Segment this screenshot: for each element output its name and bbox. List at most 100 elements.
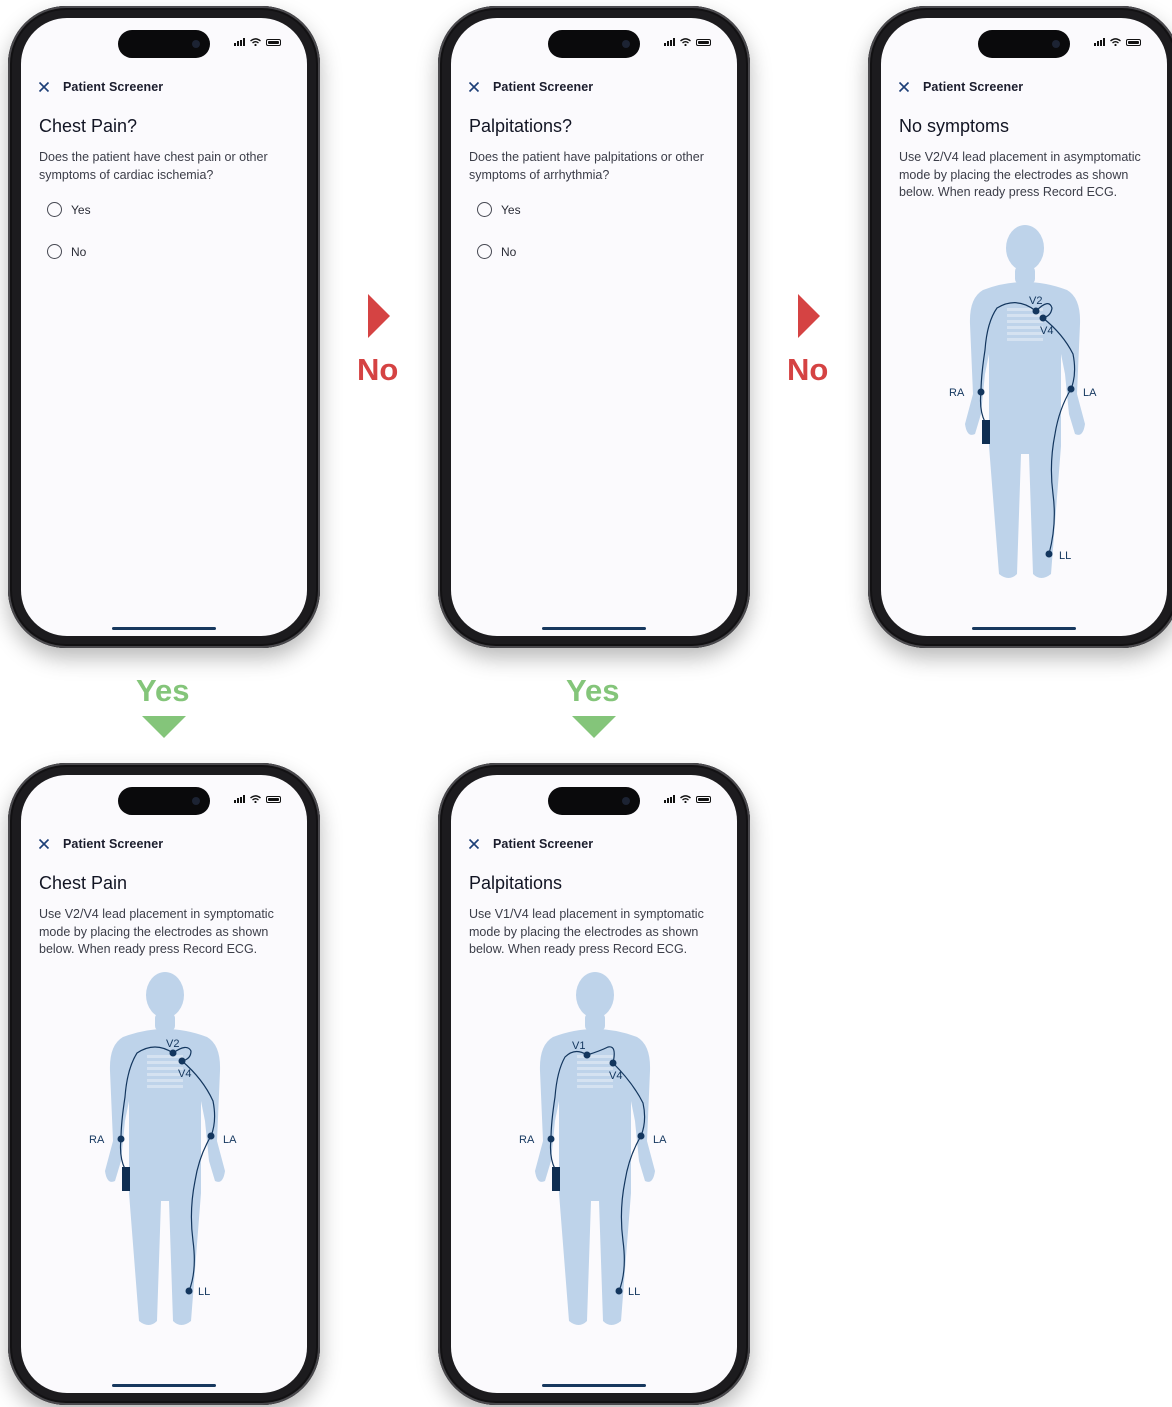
- battery-icon: [266, 38, 281, 46]
- dynamic-island: [118, 30, 210, 58]
- body-illustration: V2 V4 RA LA LL: [89, 972, 237, 1325]
- dynamic-island: [548, 787, 640, 815]
- status-bar: [1094, 38, 1141, 46]
- phone-chest-pain: Patient Screener Chest Pain Use V2/V4 le…: [8, 763, 320, 1405]
- wifi-icon: [680, 38, 691, 46]
- phone-palpitations-question: Patient Screener Palpitations? Does the …: [438, 6, 750, 648]
- close-icon[interactable]: [467, 80, 481, 94]
- battery-icon: [266, 795, 281, 803]
- close-icon[interactable]: [37, 837, 51, 851]
- top-bar: Patient Screener: [897, 80, 1023, 94]
- dynamic-island: [548, 30, 640, 58]
- lead-label: V4: [609, 1070, 622, 1082]
- battery-icon: [1126, 38, 1141, 46]
- body-illustration: V1 V4 RA LA LL: [519, 972, 667, 1325]
- flow-label-yes: Yes: [136, 673, 190, 708]
- close-icon[interactable]: [467, 837, 481, 851]
- radio-label: No: [71, 244, 87, 259]
- top-bar: Patient Screener: [37, 80, 163, 94]
- page-title: Chest Pain: [39, 873, 128, 893]
- radio-no[interactable]: No: [47, 244, 86, 259]
- lead-label: RA: [949, 387, 965, 399]
- close-icon[interactable]: [37, 80, 51, 94]
- home-indicator: [972, 627, 1076, 630]
- screen: Patient Screener Chest Pain Use V2/V4 le…: [21, 775, 307, 1393]
- app-title: Patient Screener: [63, 80, 164, 94]
- dynamic-island: [118, 787, 210, 815]
- app-title: Patient Screener: [493, 80, 594, 94]
- top-bar: Patient Screener: [467, 837, 593, 851]
- body-silhouette: [105, 972, 225, 1325]
- signal-icon: [1094, 38, 1105, 46]
- radio-yes[interactable]: Yes: [47, 202, 91, 217]
- yes-arrow-icon: [572, 716, 616, 738]
- instructions-text: Use V2/V4 lead placement in asymptomatic…: [899, 150, 1141, 199]
- body-silhouette: [965, 225, 1085, 578]
- radio-circle[interactable]: [477, 202, 492, 217]
- no-arrow-icon: [798, 294, 820, 338]
- radio-label: Yes: [501, 202, 521, 217]
- screen: Patient Screener No symptoms Use V2/V4 l…: [881, 18, 1167, 636]
- status-bar: [234, 795, 281, 803]
- close-icon[interactable]: [897, 80, 911, 94]
- lead-label: V2: [1029, 295, 1042, 307]
- phone-palpitations: Patient Screener Palpitations Use V1/V4 …: [438, 763, 750, 1405]
- lead-label: RA: [519, 1134, 535, 1146]
- radio-circle[interactable]: [47, 244, 62, 259]
- radio-circle[interactable]: [477, 244, 492, 259]
- lead-label: LL: [628, 1286, 640, 1298]
- radio-no[interactable]: No: [477, 244, 516, 259]
- battery-icon: [696, 795, 711, 803]
- top-bar: Patient Screener: [37, 837, 163, 851]
- screen: Patient Screener Chest Pain? Does the pa…: [21, 18, 307, 636]
- lead-label: LL: [198, 1286, 210, 1298]
- question-text: Does the patient have palpitations or ot…: [469, 150, 704, 182]
- lead-label: LA: [653, 1134, 667, 1146]
- radio-circle[interactable]: [47, 202, 62, 217]
- status-bar: [234, 38, 281, 46]
- app-title: Patient Screener: [493, 837, 594, 851]
- screen: Patient Screener Palpitations Use V1/V4 …: [451, 775, 737, 1393]
- signal-icon: [664, 38, 675, 46]
- wifi-icon: [250, 795, 261, 803]
- lead-label: V2: [166, 1038, 179, 1050]
- screen: Patient Screener Palpitations? Does the …: [451, 18, 737, 636]
- flow-label-no: No: [787, 352, 829, 387]
- no-arrow-icon: [368, 294, 390, 338]
- status-bar: [664, 38, 711, 46]
- radio-label: Yes: [71, 202, 91, 217]
- yes-arrow-icon: [142, 716, 186, 738]
- body-silhouette: [535, 972, 655, 1325]
- home-indicator: [542, 1384, 646, 1387]
- question-title: Palpitations?: [469, 116, 573, 136]
- lead-label: LL: [1059, 550, 1071, 562]
- flow-label-yes: Yes: [566, 673, 620, 708]
- ecg-recorder: [982, 420, 990, 444]
- ecg-recorder: [552, 1167, 560, 1191]
- radio-label: No: [501, 244, 517, 259]
- question-text: Does the patient have chest pain or othe…: [39, 150, 268, 182]
- wifi-icon: [680, 795, 691, 803]
- home-indicator: [112, 1384, 216, 1387]
- home-indicator: [542, 627, 646, 630]
- app-title: Patient Screener: [923, 80, 1024, 94]
- status-bar: [664, 795, 711, 803]
- wifi-icon: [250, 38, 261, 46]
- phone-no-symptoms: Patient Screener No symptoms Use V2/V4 l…: [868, 6, 1172, 648]
- app-title: Patient Screener: [63, 837, 164, 851]
- instructions-text: Use V2/V4 lead placement in symptomatic …: [39, 907, 274, 956]
- instructions-text: Use V1/V4 lead placement in symptomatic …: [469, 907, 704, 956]
- lead-label: V4: [1040, 325, 1053, 337]
- signal-icon: [234, 795, 245, 803]
- lead-label: LA: [1083, 387, 1097, 399]
- lead-label: RA: [89, 1134, 105, 1146]
- page-title: No symptoms: [899, 116, 1010, 136]
- lead-label: LA: [223, 1134, 237, 1146]
- wifi-icon: [1110, 38, 1121, 46]
- body-illustration: V2 V4 RA LA LL: [949, 225, 1097, 578]
- signal-icon: [664, 795, 675, 803]
- signal-icon: [234, 38, 245, 46]
- dynamic-island: [978, 30, 1070, 58]
- radio-yes[interactable]: Yes: [477, 202, 521, 217]
- lead-label: V1: [572, 1040, 585, 1052]
